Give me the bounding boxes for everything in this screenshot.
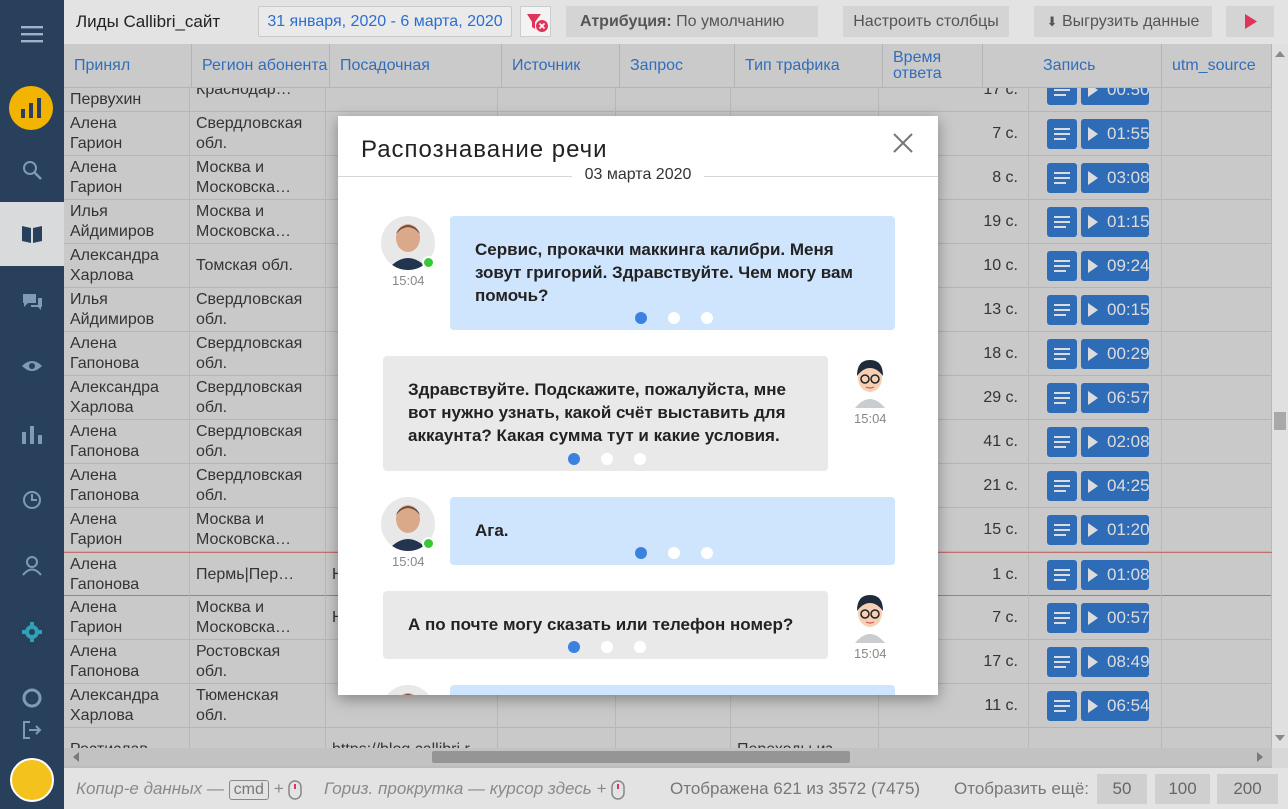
- sidebar: [0, 0, 64, 809]
- avatar[interactable]: [10, 758, 54, 802]
- operator-message: Сервис, прокачки маккинга калибри. Меня …: [450, 216, 895, 330]
- play-icon: [1245, 14, 1257, 29]
- online-status-icon: [422, 256, 435, 269]
- operator-avatar: [381, 685, 435, 695]
- menu-button[interactable]: [0, 2, 64, 66]
- bar-chart-icon: [22, 426, 42, 444]
- topbar: Лиды Callibri_сайт 31 января, 2020 - 6 м…: [64, 0, 1288, 44]
- message-text: А по почте могу сказать или телефон номе…: [408, 615, 794, 634]
- chat-icon: [23, 294, 42, 310]
- message-pagination[interactable]: [568, 641, 646, 653]
- gear-icon: [22, 622, 42, 642]
- scroll-up-icon: [1275, 51, 1285, 57]
- stats-button[interactable]: [0, 402, 64, 466]
- close-icon: [893, 133, 913, 153]
- book-icon: [22, 226, 42, 243]
- search-icon: [23, 161, 42, 180]
- settings-button[interactable]: [0, 600, 64, 664]
- mouse-icon: [611, 779, 625, 800]
- user-icon: [22, 556, 42, 576]
- message-time: 15:04: [392, 554, 425, 569]
- scroll-down-icon: [1275, 735, 1285, 741]
- clock-icon: [23, 491, 41, 509]
- message-pagination[interactable]: [568, 453, 646, 465]
- speech-recognition-modal: Распознавание речи 03 марта 2020 15:04 С…: [338, 116, 938, 695]
- message-text: Ага.: [475, 521, 509, 540]
- online-status-icon: [422, 537, 435, 550]
- scroll-hint-text: Гориз. прокрутка — курсор здесь: [324, 779, 592, 798]
- show-more-label: Отобразить ещё:: [954, 779, 1090, 798]
- record-count: Отображена 621 из 3572 (7475): [670, 779, 921, 798]
- attribution-label: Атрибуция:: [580, 13, 672, 30]
- show-more-200-button[interactable]: 200: [1217, 774, 1278, 804]
- mouse-icon: [288, 779, 302, 800]
- operator-message: Ага.: [450, 497, 895, 565]
- history-button[interactable]: [0, 468, 64, 532]
- configure-columns-button[interactable]: Настроить столбцы: [843, 6, 1009, 37]
- copy-hint-text: Копир-е данных —: [76, 779, 224, 798]
- date-range-picker[interactable]: 31 января, 2020 - 6 марта, 2020: [258, 6, 512, 37]
- clear-filter-button[interactable]: [520, 6, 551, 37]
- scrollbar-thumb[interactable]: [1274, 412, 1286, 430]
- message-time: 15:04: [854, 411, 887, 426]
- message-pagination[interactable]: [635, 312, 713, 324]
- copy-hint: Копир-е данных — cmd +: [76, 779, 302, 800]
- search-button[interactable]: [0, 138, 64, 202]
- message-pagination[interactable]: [635, 547, 713, 559]
- footer: Копир-е данных — cmd + Гориз. прокрутка …: [64, 768, 1288, 809]
- logo-button[interactable]: [9, 86, 53, 130]
- page-title: Лиды Callibri_сайт: [76, 12, 221, 31]
- scroll-hint: Гориз. прокрутка — курсор здесь +: [324, 779, 625, 800]
- users-button[interactable]: [0, 534, 64, 598]
- eye-icon: [22, 361, 42, 371]
- client-avatar: [843, 354, 897, 408]
- export-button[interactable]: ⬇ Выгрузить данные: [1034, 6, 1212, 37]
- message-time: 15:04: [392, 273, 425, 288]
- message-text: Сервис, прокачки маккинга калибри. Меня …: [475, 240, 854, 305]
- cmd-key: cmd: [228, 780, 269, 800]
- client-message: А по почте могу сказать или телефон номе…: [383, 591, 828, 659]
- logout-button[interactable]: [0, 698, 64, 762]
- message-text: Здравствуйте. Подскажите, пожалуйста, мн…: [408, 380, 786, 445]
- show-more-100-button[interactable]: 100: [1155, 774, 1210, 804]
- attribution-select[interactable]: Атрибуция: По умолчанию: [566, 6, 818, 37]
- hamburger-icon: [21, 26, 43, 43]
- chat-button[interactable]: [0, 270, 64, 334]
- download-icon: ⬇: [1046, 14, 1058, 29]
- conversation-date: 03 марта 2020: [572, 166, 704, 184]
- export-label: Выгрузить данные: [1061, 13, 1200, 30]
- attribution-value: По умолчанию: [676, 13, 785, 30]
- show-more-50-button[interactable]: 50: [1097, 774, 1147, 804]
- vertical-scrollbar[interactable]: [1272, 44, 1288, 748]
- watch-button[interactable]: [0, 334, 64, 398]
- message-time: 15:04: [854, 646, 887, 661]
- leads-button[interactable]: [0, 202, 64, 266]
- logout-icon: [23, 721, 42, 739]
- filter-clear-icon: [527, 14, 548, 32]
- operator-message: [450, 685, 895, 695]
- close-button[interactable]: [892, 132, 914, 154]
- client-message: Здравствуйте. Подскажите, пожалуйста, мн…: [383, 356, 828, 471]
- modal-title: Распознавание речи: [361, 136, 608, 163]
- play-button[interactable]: [1226, 6, 1274, 37]
- bar-chart-logo-icon: [21, 98, 41, 118]
- client-avatar: [843, 589, 897, 643]
